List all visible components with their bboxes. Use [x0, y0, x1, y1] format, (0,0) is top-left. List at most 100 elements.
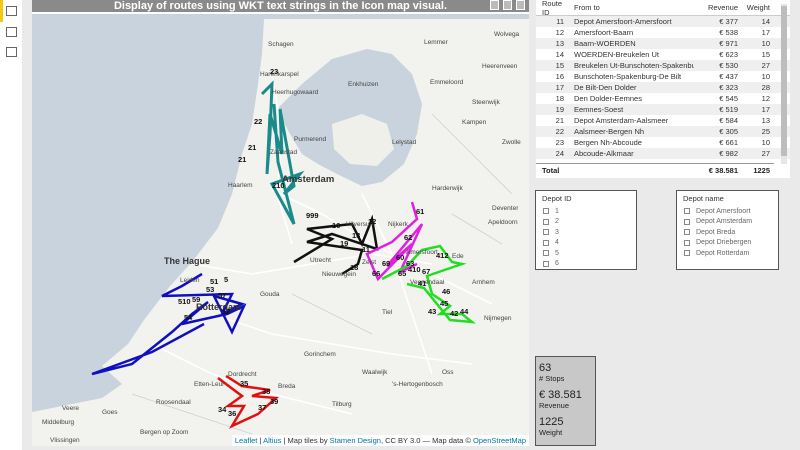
table-row[interactable]: 18 Den Dolder-Eemnes € 545 12: [536, 93, 790, 104]
cell-weight: 28: [761, 83, 770, 92]
slicer-item-label: Depot Amersfoort: [696, 207, 751, 215]
slicer-item-label: Depot Rotterdam: [696, 249, 750, 257]
checkbox-icon[interactable]: [684, 229, 690, 236]
leaflet-link[interactable]: Leaflet: [235, 436, 258, 445]
slicer-item[interactable]: Depot Amersfoort: [677, 206, 778, 217]
cell-revenue: € 971: [719, 39, 738, 48]
city-label-the-hague: The Hague: [164, 256, 210, 266]
cell-from-to: De Bilt-Den Dolder: [574, 83, 637, 92]
slicer-depot-name[interactable]: Depot name Depot Amersfoort Depot Amsterd…: [676, 190, 779, 270]
stop-label: 42: [450, 309, 458, 318]
osm-link[interactable]: OpenStreetMap: [473, 436, 526, 445]
slicer-item[interactable]: 1: [536, 206, 636, 217]
place-label: Gouda: [260, 291, 280, 298]
stop-label: 999: [306, 211, 319, 220]
slicer-item[interactable]: 2: [536, 217, 636, 228]
focus-mode-icon[interactable]: [503, 0, 512, 10]
table-row[interactable]: 11 Depot Amersfoort-Amersfoort € 377 14: [536, 16, 790, 27]
table-row[interactable]: 19 Eemnes-Soest € 519 17: [536, 104, 790, 115]
data-view-icon[interactable]: [6, 27, 17, 37]
table-row[interactable]: 24 Abcoude-Alkmaar € 982 27: [536, 148, 790, 159]
slicer-item[interactable]: 6: [536, 259, 636, 270]
cell-revenue: € 305: [719, 127, 738, 136]
slicer-item[interactable]: Depot Breda: [677, 227, 778, 238]
slicer-items: Depot Amersfoort Depot Amsterdam Depot Bre…: [677, 206, 778, 259]
table-total-row: Total € 38.581 1225: [536, 163, 774, 177]
checkbox-icon[interactable]: [684, 208, 690, 215]
checkbox-icon[interactable]: [684, 239, 690, 246]
slicer-title: Depot ID: [542, 194, 572, 203]
cell-from-to: Abcoude-Alkmaar: [574, 149, 634, 158]
slicer-item[interactable]: Depot Driebergen: [677, 238, 778, 249]
model-view-icon[interactable]: [6, 47, 17, 57]
stop-label: 46: [442, 287, 450, 296]
col-from-to[interactable]: From to: [570, 3, 694, 12]
cell-revenue: € 545: [719, 94, 738, 103]
place-label: Bergen op Zoom: [140, 429, 188, 436]
map-svg[interactable]: Schagen Harenkarspel Heerhugowaard Enkhu…: [32, 14, 529, 446]
stop-label: 35: [240, 379, 248, 388]
checkbox-icon[interactable]: [543, 208, 549, 215]
cell-from-to: Bunschoten-Spakenburg-De Bilt: [574, 72, 682, 81]
routes-table[interactable]: Route ID From to Revenue Weight 11 Depot …: [536, 0, 790, 178]
table-row[interactable]: 23 Bergen Nh-Abcoude € 661 10: [536, 137, 790, 148]
place-label: Roosendaal: [156, 399, 191, 406]
stops-label: # Stops: [539, 374, 565, 383]
table-row[interactable]: 17 De Bilt-Den Dolder € 323 28: [536, 82, 790, 93]
table-row[interactable]: 15 Breukelen Ut-Bunschoten-Spakenburg € 53…: [536, 60, 790, 71]
cell-route-id: 13: [555, 39, 564, 48]
place-label: Tilburg: [332, 401, 352, 408]
cell-route-id: 19: [555, 105, 564, 114]
col-revenue[interactable]: Revenue: [694, 3, 738, 12]
altius-link[interactable]: Altius: [263, 436, 281, 445]
checkbox-icon[interactable]: [684, 218, 690, 225]
slicer-depot-id[interactable]: Depot ID 1 2 3 4 5 6: [535, 190, 637, 270]
icon-map-visual[interactable]: Display of routes using WKT text strings…: [32, 0, 529, 446]
table-row[interactable]: 13 Baarn-WOERDEN € 971 10: [536, 38, 790, 49]
slicer-item[interactable]: 3: [536, 227, 636, 238]
more-options-icon[interactable]: [516, 0, 525, 10]
slicer-item[interactable]: Depot Amsterdam: [677, 217, 778, 228]
checkbox-icon[interactable]: [543, 260, 549, 267]
table-scrollbar[interactable]: [781, 4, 787, 164]
checkbox-icon[interactable]: [543, 229, 549, 236]
cell-route-id: 17: [555, 83, 564, 92]
place-label: Nijkerk: [388, 221, 409, 228]
table-row[interactable]: 14 WOERDEN-Breukelen Ut € 623 15: [536, 49, 790, 60]
checkbox-icon[interactable]: [543, 218, 549, 225]
table-row[interactable]: 21 Depot Amsterdam-Aalsmeer € 584 13: [536, 115, 790, 126]
table-row[interactable]: 16 Bunschoten-Spakenburg-De Bilt € 437 10: [536, 71, 790, 82]
stop-label: 22: [254, 117, 262, 126]
place-label: Leiden: [180, 277, 200, 284]
stop-label: 45: [440, 299, 448, 308]
table-row[interactable]: 22 Aalsmeer-Bergen Nh € 305 25: [536, 126, 790, 137]
stop-label: 57: [218, 291, 226, 300]
slicer-item[interactable]: 5: [536, 248, 636, 259]
stop-label: 23: [270, 67, 278, 76]
table-row[interactable]: 12 Amersfoort-Baarn € 538 17: [536, 27, 790, 38]
filter-icon[interactable]: [490, 0, 499, 10]
map-attribution: Leaflet | Altius | Map tiles by Stamen D…: [231, 435, 529, 446]
place-label: Breda: [278, 383, 296, 390]
stop-label: 18: [350, 263, 358, 272]
place-label: Zeist: [362, 259, 376, 266]
col-route-id[interactable]: Route ID: [536, 0, 570, 17]
stop-label: 53: [206, 285, 214, 294]
checkbox-icon[interactable]: [543, 250, 549, 257]
place-label: Arnhem: [472, 279, 495, 286]
stamen-link[interactable]: Stamen Design: [330, 436, 381, 445]
report-view-icon[interactable]: [6, 6, 17, 16]
cell-from-to: Amersfoort-Baarn: [574, 28, 634, 37]
place-label: Goes: [102, 409, 118, 416]
slicer-item[interactable]: Depot Rotterdam: [677, 248, 778, 259]
place-label: Lemmer: [424, 39, 449, 46]
slicer-item[interactable]: 4: [536, 238, 636, 249]
cell-revenue: € 623: [719, 50, 738, 59]
slicer-title: Depot name: [683, 194, 724, 203]
cell-revenue: € 661: [719, 138, 738, 147]
map-area[interactable]: Schagen Harenkarspel Heerhugowaard Enkhu…: [32, 14, 529, 446]
checkbox-icon[interactable]: [684, 250, 690, 257]
checkbox-icon[interactable]: [543, 239, 549, 246]
scrollbar-thumb[interactable]: [781, 6, 787, 156]
col-weight[interactable]: Weight: [738, 3, 774, 12]
